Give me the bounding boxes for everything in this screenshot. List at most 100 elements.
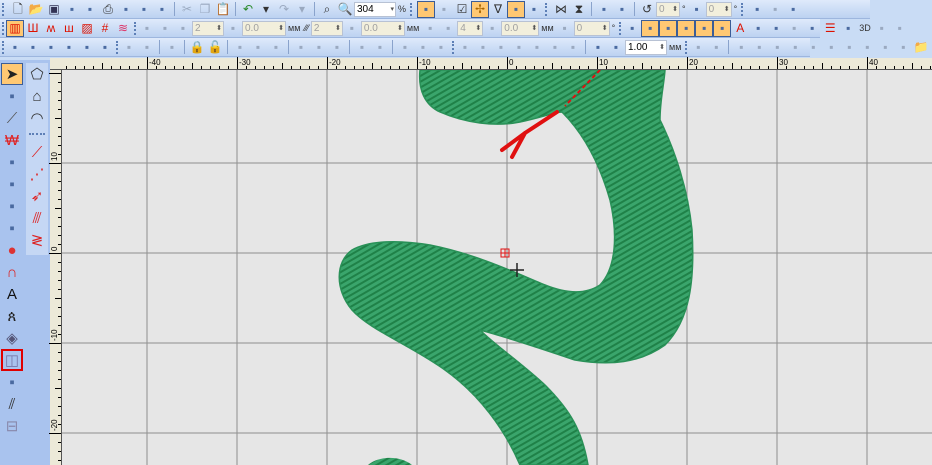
closed-shape-icon[interactable]: ⌂ — [26, 85, 48, 107]
toolbar-grip[interactable] — [685, 40, 688, 54]
density-icon[interactable]: ▪ — [174, 20, 192, 37]
export-icon[interactable]: ▪ — [63, 1, 81, 18]
transform-icon[interactable]: ▪ — [1, 151, 23, 173]
view-6-icon[interactable]: ▪ — [822, 39, 840, 56]
view-4-icon[interactable]: ▪ — [786, 39, 804, 56]
spinner-icon[interactable]: ⬍ — [602, 24, 609, 32]
skew-2-icon[interactable]: ▪ — [613, 1, 631, 18]
view-2-icon[interactable]: ▪ — [750, 39, 768, 56]
same-height-icon[interactable]: ▪ — [414, 39, 432, 56]
properties-icon[interactable]: ▪ — [135, 1, 153, 18]
polygon-node-icon[interactable]: ▪ — [1, 173, 23, 195]
value-input[interactable]: 4 ⬍ — [457, 20, 484, 36]
running-line-icon[interactable]: ▪ — [1, 195, 23, 217]
run-1-icon[interactable]: ⟋ — [26, 141, 48, 163]
lettering-a-icon[interactable]: A — [731, 20, 749, 37]
machine-view-icon[interactable]: ▪ — [96, 39, 114, 56]
value-input[interactable]: 2 ⬍ — [310, 20, 343, 36]
grid-red-icon[interactable]: ▪ — [803, 20, 821, 37]
align-left-icon[interactable]: ▪ — [231, 39, 249, 56]
toolbar-grip[interactable] — [2, 21, 4, 35]
view-icon[interactable]: ▪ — [873, 20, 891, 37]
mirror-horizontal-icon[interactable]: ⋈ — [552, 1, 570, 18]
redo-icon[interactable]: ↷ — [275, 1, 293, 18]
undo-icon[interactable]: ↶ — [239, 1, 257, 18]
cut-icon[interactable]: ✂ — [178, 1, 196, 18]
show-design-icon[interactable]: ▪ — [417, 0, 436, 18]
thread-view-icon[interactable]: ▪ — [42, 39, 60, 56]
view-7-icon[interactable]: ▪ — [840, 39, 858, 56]
run-3-icon[interactable]: ⋰ — [26, 163, 48, 185]
spacing-icon[interactable]: ▪ — [343, 20, 361, 37]
arc-icon[interactable]: ∩ — [1, 261, 23, 283]
vertical-ruler[interactable]: 10 0 -10 -20 — [49, 70, 62, 465]
toolbar-grip[interactable] — [116, 40, 118, 54]
layout-icon[interactable]: ▪ — [748, 1, 766, 18]
cross-hatch-icon[interactable]: # — [96, 20, 114, 37]
spinner-icon[interactable]: ⬍ — [672, 5, 679, 13]
link-icon[interactable]: ▪ — [163, 39, 181, 56]
same-size-icon[interactable]: ▪ — [432, 39, 450, 56]
lettering-icon[interactable]: A — [1, 283, 23, 305]
distribute-h-icon[interactable]: ▪ — [353, 39, 371, 56]
open-folder-icon[interactable]: 📂 — [27, 1, 45, 18]
toolbar-grip[interactable] — [741, 2, 746, 16]
dropdown-arrow-icon[interactable]: ▾ — [390, 5, 395, 13]
end-point-icon[interactable]: ▪ — [607, 39, 625, 56]
underlay-zigzag-icon[interactable]: ▪ — [677, 19, 696, 37]
order-7-icon[interactable]: ▪ — [564, 39, 582, 56]
order-backward-icon[interactable]: ▪ — [510, 39, 528, 56]
value-input[interactable]: 0.0 ⬍ — [360, 20, 405, 36]
center-icon[interactable]: ▪ — [60, 39, 78, 56]
filter-icon[interactable]: ∇ — [489, 1, 507, 18]
height-icon[interactable]: ▪ — [224, 20, 242, 37]
spinner-icon[interactable]: ⬍ — [216, 24, 223, 32]
stitch-list-icon[interactable]: ▪ — [153, 1, 171, 18]
jump-icon[interactable]: ▪ — [749, 20, 767, 37]
parallel-lines-icon[interactable]: ⫽ — [1, 393, 23, 415]
toolbar-grip[interactable] — [134, 21, 136, 35]
embroidery-shape-snake-body[interactable] — [338, 70, 694, 465]
page-icon[interactable]: ▪ — [766, 1, 784, 18]
value-input[interactable]: 0.0 ⬍ — [501, 20, 540, 36]
rotate-icon[interactable]: ↺ — [638, 1, 656, 18]
spinner-icon[interactable]: ⬍ — [397, 24, 404, 32]
zigzag-icon[interactable]: ʍ — [42, 20, 60, 37]
horizontal-ruler[interactable]: -40 -30 -20 -10 0 10 20 30 40 — [50, 57, 932, 70]
underlay-tatami-icon[interactable]: ▪ — [713, 19, 732, 37]
outline-icon[interactable]: ▪ — [156, 20, 174, 37]
toolbar-grip[interactable] — [2, 40, 4, 54]
order-forward-icon[interactable]: ▪ — [492, 39, 510, 56]
triple-run-icon[interactable]: ➶ — [26, 185, 48, 207]
underlay-edge-icon[interactable]: ▪ — [641, 19, 660, 37]
align-right-icon[interactable]: ▪ — [267, 39, 285, 56]
view-9-icon[interactable]: ▪ — [876, 39, 894, 56]
split-icon[interactable]: ⊟ — [1, 415, 23, 437]
pattern-fill-icon[interactable]: ▨ — [78, 20, 96, 37]
align-bottom-icon[interactable]: ▪ — [328, 39, 346, 56]
frame-view-icon[interactable]: ▪ — [24, 39, 42, 56]
toolbar-grip[interactable] — [452, 40, 454, 54]
spinner-icon[interactable]: ⬍ — [531, 24, 538, 32]
value-input[interactable]: 1.00 ⬍ — [625, 39, 667, 55]
order-back-icon[interactable]: ▪ — [474, 39, 492, 56]
order-front-icon[interactable]: ▪ — [456, 39, 474, 56]
mirror-vertical-icon[interactable]: ⧗ — [570, 1, 588, 18]
monitor-icon[interactable]: ▪ — [707, 39, 725, 56]
applique-icon[interactable]: ◈ — [1, 327, 23, 349]
new-file-icon[interactable]: 🗋 — [9, 1, 27, 18]
polyline-icon[interactable]: ▪ — [1, 217, 23, 239]
offset-outline-icon[interactable]: ◫ — [1, 349, 23, 371]
spinner-icon[interactable]: ⬍ — [659, 43, 666, 51]
same-width-icon[interactable]: ▪ — [396, 39, 414, 56]
group-icon[interactable]: ▪ — [120, 39, 138, 56]
paste-icon[interactable]: 📋 — [214, 1, 232, 18]
spinner-icon[interactable]: ⬍ — [278, 24, 285, 32]
wave-icon[interactable]: ▪ — [767, 20, 785, 37]
align-middle-icon[interactable]: ▪ — [310, 39, 328, 56]
print-icon[interactable]: ⎙ — [99, 1, 117, 18]
zoom-fit-icon[interactable]: ⌕ — [318, 1, 336, 18]
zoom-icon[interactable]: 🔍 — [336, 1, 354, 18]
palette-icon[interactable]: ▪ — [525, 1, 543, 18]
underlay-icon[interactable]: ▪ — [623, 20, 641, 37]
